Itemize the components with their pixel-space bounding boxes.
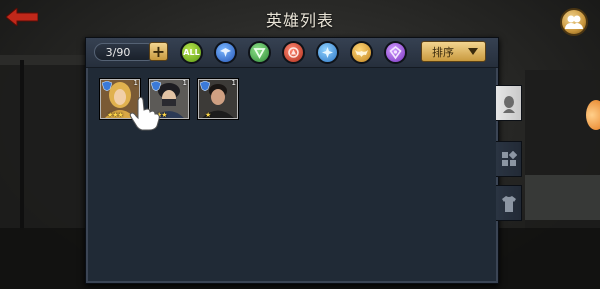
tab-hero[interactable] <box>496 85 522 121</box>
group-icon <box>565 15 583 29</box>
sort-button[interactable]: 排序 <box>421 41 486 62</box>
gem-emblem-icon <box>389 45 402 60</box>
filter-blue-button[interactable] <box>214 41 237 64</box>
background-truck <box>525 175 600 220</box>
chevron-down-icon <box>468 48 478 55</box>
hero-count: 3/90 <box>94 43 156 61</box>
hero-card-dark-hair[interactable]: 1 ★ <box>198 79 238 119</box>
faction-badge-icon <box>200 81 210 91</box>
filter-green-button[interactable] <box>248 41 271 64</box>
triangle-emblem-icon <box>288 47 299 58</box>
filter-red-button[interactable] <box>282 41 305 64</box>
hero-list-panel: 3/90 + ALL 排序 1 ★★★ 1 ★★ 1 ★ <box>85 37 499 284</box>
side-star-badge-icon[interactable] <box>586 100 600 130</box>
eagle-emblem-icon <box>355 50 368 57</box>
down-arrow-emblem-icon <box>253 48 266 59</box>
hero-level: 1 <box>182 79 187 87</box>
background-pole <box>20 60 24 230</box>
filter-purple-button[interactable] <box>384 41 407 64</box>
head-silhouette-icon <box>503 96 515 113</box>
hero-stars: ★★★ <box>107 111 124 119</box>
shirt-icon <box>502 196 516 212</box>
tutorial-hand-pointer-icon <box>129 96 160 131</box>
faction-badge-icon <box>102 81 112 91</box>
background-building-left <box>0 60 86 230</box>
tab-fragments[interactable] <box>496 141 522 177</box>
faction-badge-icon <box>151 81 161 91</box>
tab-equipment[interactable] <box>496 185 522 221</box>
page-title: 英雄列表 <box>265 11 334 30</box>
squares-icon <box>502 151 517 166</box>
wings-emblem-icon <box>220 48 231 57</box>
hero-level: 1 <box>133 79 138 87</box>
group-button[interactable] <box>560 8 588 36</box>
filter-cyan-button[interactable] <box>316 41 339 64</box>
star-cross-emblem-icon <box>322 47 333 58</box>
background-roof-left <box>0 55 86 65</box>
hero-level: 1 <box>231 79 236 87</box>
add-capacity-button[interactable]: + <box>149 42 168 61</box>
sort-label: 排序 <box>432 46 454 59</box>
hero-stars: ★ <box>205 111 211 119</box>
filter-gold-button[interactable] <box>350 41 373 64</box>
filter-all-button[interactable]: ALL <box>180 41 203 64</box>
